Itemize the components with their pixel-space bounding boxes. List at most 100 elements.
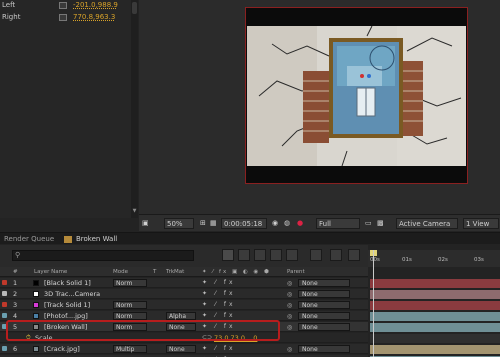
pick-whip-icon[interactable]: ◎ (287, 290, 292, 300)
layer-switches[interactable]: ✦ ⁄ fx (202, 289, 236, 299)
pick-whip-icon[interactable]: ◎ (287, 323, 292, 333)
layer-row[interactable]: 6 [Crack.jpg] Multip None ✦ ⁄ fx ◎ None (0, 344, 368, 354)
camera-view-dropdown[interactable]: Active Camera (396, 218, 458, 229)
layer-switches[interactable]: ✦ ⁄ fx (202, 344, 236, 354)
grid-icon[interactable]: ▦ (210, 218, 217, 229)
pick-whip-icon[interactable]: ◎ (287, 312, 292, 322)
col-trkmat[interactable]: TrkMat (166, 267, 184, 277)
layer-source-icon (33, 302, 39, 308)
frame-blending-icon[interactable] (270, 249, 282, 261)
blend-mode-dropdown[interactable]: Norm (113, 301, 147, 309)
col-layer-name[interactable]: Layer Name (34, 267, 67, 277)
layer-source-icon (33, 291, 39, 297)
parent-dropdown[interactable]: None (298, 345, 350, 353)
point-target-icon[interactable] (59, 14, 67, 21)
annotation-highlight-box (6, 320, 280, 341)
parent-dropdown[interactable]: None (298, 279, 350, 287)
resolution-dropdown[interactable]: Full (316, 218, 360, 229)
tab-broken-wall[interactable]: Broken Wall (76, 234, 117, 245)
parent-dropdown[interactable]: None (298, 323, 350, 331)
layer-row[interactable]: 2 3D Trac...Camera ✦ ⁄ fx ◎ None (0, 289, 368, 299)
motion-blur-icon[interactable] (286, 249, 298, 261)
layer-name[interactable]: [Track Solid 1] (44, 300, 90, 310)
layer-duration-bar[interactable] (370, 345, 500, 354)
layer-duration-bar[interactable] (370, 312, 500, 321)
pick-whip-icon[interactable]: ◎ (287, 345, 292, 355)
effect-label-left: Left (2, 1, 16, 9)
blend-mode-dropdown[interactable]: Multip (113, 345, 147, 353)
effect-row-left: Left -201.0,988.9 (0, 0, 138, 11)
col-t[interactable]: T (153, 267, 156, 277)
parent-dropdown[interactable]: None (298, 312, 350, 320)
layer-duration-bar[interactable] (370, 301, 500, 310)
layer-row[interactable]: 1 [Black Solid 1] Norm ✦ ⁄ fx ◎ None (0, 278, 368, 288)
track-matte-dropdown[interactable]: None (166, 345, 196, 353)
scrollbar-thumb[interactable] (132, 2, 137, 14)
effect-value-right[interactable]: 770.8,963.3 (73, 12, 115, 23)
layer-label-color[interactable] (2, 280, 7, 285)
layer-source-icon (33, 346, 39, 352)
parent-dropdown[interactable]: None (298, 290, 350, 298)
layer-label-color[interactable] (2, 346, 7, 351)
transparency-grid-icon[interactable]: ▩ (377, 218, 384, 229)
composition-tab-icon (64, 236, 72, 243)
effect-row-right: Right 770.8,963.3 (0, 12, 138, 23)
layer-name[interactable]: 3D Trac...Camera (44, 289, 100, 299)
layer-label-color[interactable] (2, 302, 7, 307)
color-channel-icon[interactable]: ● (297, 218, 303, 229)
layer-number: 1 (13, 279, 18, 287)
effect-label-right: Right (2, 13, 21, 21)
view-layout-dropdown[interactable]: 1 View (463, 218, 499, 229)
blend-mode-dropdown[interactable]: Norm (113, 279, 147, 287)
time-ruler[interactable]: 00s 01s 02s 03s (368, 250, 500, 267)
layer-switches[interactable]: ✦ ⁄ fx (202, 278, 236, 288)
safe-zones-icon[interactable]: ⊞ (200, 218, 206, 229)
zoom-dropdown[interactable]: 50% (164, 218, 194, 229)
snapshot-icon[interactable]: ◉ (272, 218, 278, 229)
layer-duration-bar[interactable] (370, 279, 500, 288)
graph-editor-icon[interactable] (310, 249, 322, 261)
property-track (370, 334, 500, 343)
effect-panel-scrollbar[interactable]: ▼ (131, 0, 138, 218)
magnifier-icon[interactable]: ▣ (142, 218, 149, 229)
effect-controls-panel: Left -201.0,988.9 Right 770.8,963.3 ▼ (0, 0, 138, 218)
pick-whip-icon[interactable]: ◎ (287, 301, 292, 311)
layer-label-color[interactable] (2, 291, 7, 296)
after-effects-window: Left -201.0,988.9 Right 770.8,963.3 ▼ ▣ … (0, 0, 500, 357)
layer-duration-bar[interactable] (370, 290, 500, 299)
layer-row[interactable]: 3 [Track Solid 1] Norm ✦ ⁄ fx ◎ None (0, 300, 368, 310)
draft-3d-icon[interactable] (238, 249, 250, 261)
composition-mini-flowchart-icon[interactable] (222, 249, 234, 261)
tab-render-queue[interactable]: Render Queue (4, 234, 54, 245)
scroll-down-icon[interactable]: ▼ (132, 208, 137, 214)
parent-dropdown[interactable]: None (298, 301, 350, 309)
layer-label-color[interactable] (2, 313, 7, 318)
layer-number: 3 (13, 301, 18, 309)
ruler-tick-2: 02s (438, 257, 448, 263)
pick-whip-icon[interactable]: ◎ (287, 279, 292, 289)
ruler-tick-1: 01s (402, 257, 412, 263)
ruler-tick-0: 00s (370, 257, 380, 263)
track-matte-dropdown[interactable]: Alpha (166, 312, 196, 320)
col-mode[interactable]: Mode (113, 267, 128, 277)
col-number: # (13, 269, 18, 275)
layer-name[interactable]: [Black Solid 1] (44, 278, 91, 288)
layer-duration-bar[interactable] (370, 323, 500, 332)
effect-value-left[interactable]: -201.0,988.9 (73, 0, 118, 11)
blend-mode-dropdown[interactable]: Norm (113, 312, 147, 320)
brainstorm-icon[interactable] (330, 249, 342, 261)
ruler-tick-3: 03s (474, 257, 484, 263)
timeline-settings-icon[interactable] (348, 249, 360, 261)
current-time-indicator[interactable] (373, 250, 374, 357)
col-switches-icons: ✦ ⁄ fx ▣ ◐ ◉ ⬢ (202, 269, 271, 275)
show-channel-icon[interactable]: ◍ (284, 218, 290, 229)
layer-switches[interactable]: ✦ ⁄ fx (202, 300, 236, 310)
timecode-display[interactable]: 0:00:05:18 (221, 218, 267, 229)
point-target-icon[interactable] (59, 2, 67, 9)
region-of-interest-icon[interactable]: ▭ (365, 218, 372, 229)
layer-column-header: # Layer Name Mode T TrkMat ✦ ⁄ fx ▣ ◐ ◉ … (0, 267, 368, 277)
layer-name[interactable]: [Crack.jpg] (44, 344, 80, 354)
layer-search-input[interactable]: ⚲ (12, 250, 194, 261)
hide-shy-layers-icon[interactable] (254, 249, 266, 261)
col-parent[interactable]: Parent (287, 267, 305, 277)
